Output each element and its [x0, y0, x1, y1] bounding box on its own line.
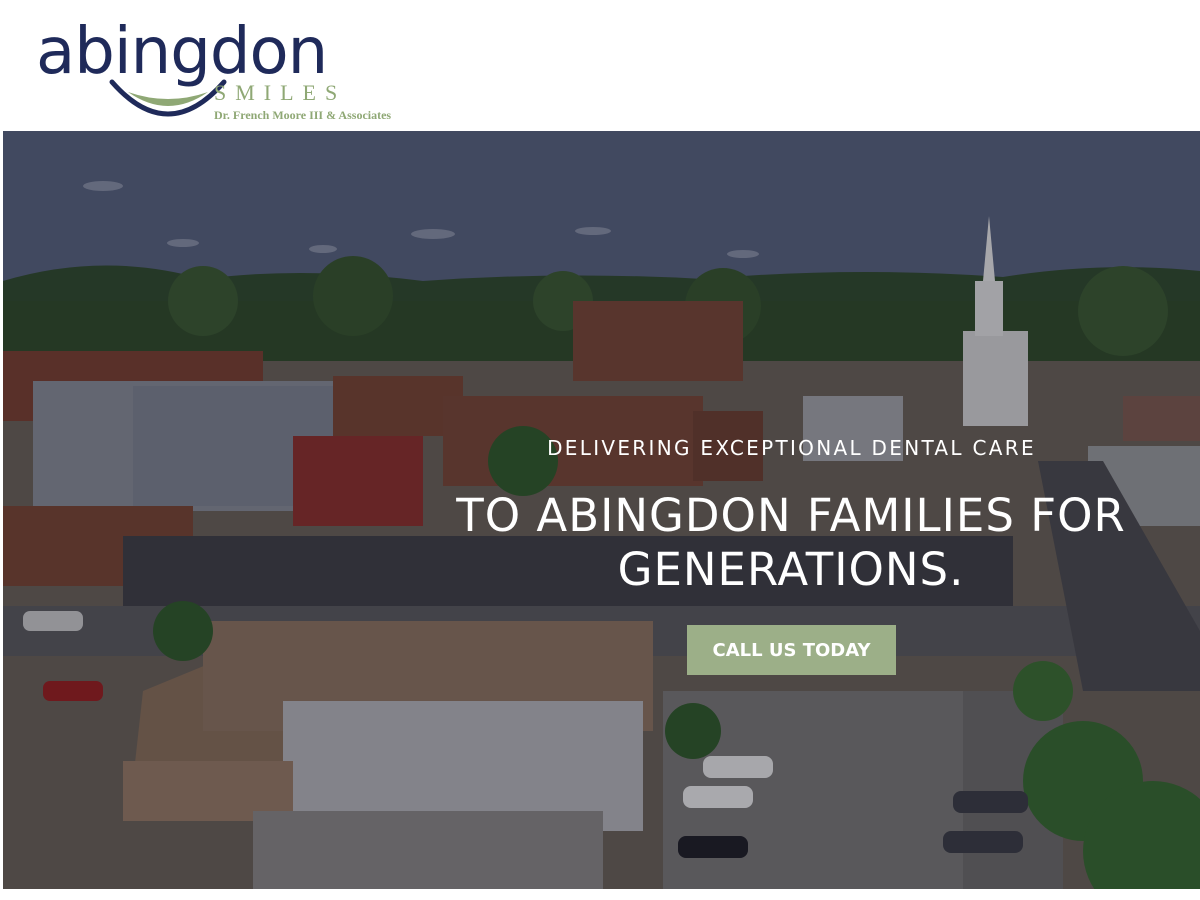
- logo-tagline: SMILES: [214, 80, 347, 105]
- call-us-today-button[interactable]: CALL US TODAY: [687, 625, 896, 675]
- hero-banner: DELIVERING EXCEPTIONAL DENTAL CARE TO AB…: [3, 131, 1200, 889]
- hero-title-line-2: GENERATIONS.: [617, 543, 965, 596]
- smile-icon: [109, 79, 227, 117]
- hero-title: TO ABINGDON FAMILIES FOR GENERATIONS.: [383, 489, 1199, 597]
- hero-title-line-1: TO ABINGDON FAMILIES FOR: [456, 489, 1126, 542]
- abingdon-smiles-logo[interactable]: abingdon SMILES Dr. French Moore III & A…: [36, 14, 436, 126]
- hero-eyebrow: DELIVERING EXCEPTIONAL DENTAL CARE: [547, 436, 1036, 460]
- logo-subtitle: Dr. French Moore III & Associates: [214, 108, 392, 122]
- site-header: abingdon SMILES Dr. French Moore III & A…: [0, 0, 1200, 131]
